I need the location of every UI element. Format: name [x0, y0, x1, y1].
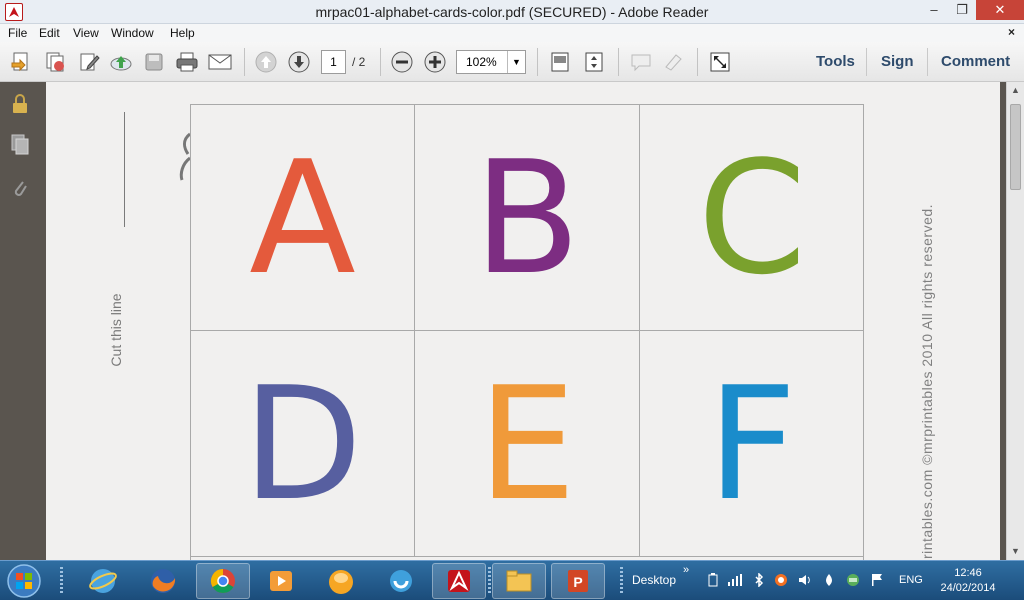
- clock-date: 24/02/2014: [940, 582, 996, 594]
- explorer-task-icon[interactable]: [492, 563, 546, 599]
- card-letter: E: [477, 352, 577, 535]
- card-grid: A B C D E F: [190, 104, 864, 560]
- adobe-reader-task-icon[interactable]: [432, 563, 486, 599]
- card-letter: F: [707, 352, 797, 535]
- document-view[interactable]: Cut this line A B C D E F www.mrprintabl…: [42, 82, 1006, 560]
- chevron-right-icon[interactable]: »: [683, 564, 689, 576]
- download-task-icon[interactable]: [374, 563, 428, 599]
- cut-line: [124, 112, 125, 227]
- network-icon[interactable]: [846, 573, 860, 587]
- upload-cloud-icon[interactable]: [108, 50, 134, 74]
- previous-page-icon[interactable]: [253, 50, 279, 74]
- scroll-down-icon[interactable]: ▼: [1011, 546, 1020, 556]
- toolbar-divider: [537, 48, 538, 76]
- tools-pane-link[interactable]: Tools: [816, 53, 855, 70]
- desktop-toolbar-label[interactable]: Desktop: [632, 573, 676, 587]
- page-thumbnails-icon[interactable]: [8, 132, 32, 156]
- menu-file[interactable]: File: [8, 26, 27, 40]
- highlight-icon[interactable]: [661, 50, 687, 74]
- toolbar-divider: [927, 48, 928, 76]
- toolbar-divider: [697, 48, 698, 76]
- ie-task-icon[interactable]: [76, 563, 130, 599]
- bluetooth-icon[interactable]: [752, 573, 766, 587]
- taskbar: P Desktop » ENG 12:46 24/02/2014: [0, 560, 1024, 600]
- letter-card: B: [415, 105, 640, 331]
- system-clock[interactable]: 12:46 24/02/2014: [938, 566, 998, 596]
- signal-icon[interactable]: [728, 573, 742, 587]
- fit-page-icon[interactable]: [547, 50, 573, 74]
- create-pdf-icon[interactable]: [8, 50, 34, 74]
- menu-edit[interactable]: Edit: [39, 26, 60, 40]
- edit-document-icon[interactable]: [76, 50, 102, 74]
- combine-files-icon[interactable]: [42, 50, 68, 74]
- save-icon[interactable]: [141, 50, 167, 74]
- sign-pane-link[interactable]: Sign: [881, 53, 914, 70]
- svg-text:P: P: [573, 574, 582, 590]
- attachment-icon[interactable]: [8, 176, 32, 200]
- zoom-value: 102%: [466, 55, 497, 69]
- lock-icon[interactable]: [8, 92, 32, 116]
- media-player-task-icon[interactable]: [254, 563, 308, 599]
- taskbar-grip: [488, 567, 491, 595]
- clock-time: 12:46: [954, 567, 982, 579]
- pdf-page: Cut this line A B C D E F www.mrprintabl…: [46, 82, 1000, 560]
- letter-card: E: [415, 331, 640, 557]
- minimize-button[interactable]: ‒: [920, 0, 948, 20]
- email-icon[interactable]: [207, 50, 233, 74]
- letter-card: A: [191, 105, 415, 331]
- taskbar-grip: [620, 567, 623, 595]
- print-icon[interactable]: [174, 50, 200, 74]
- card-letter: D: [242, 352, 363, 535]
- menu-view[interactable]: View: [73, 26, 99, 40]
- menu-help[interactable]: Help: [170, 26, 195, 40]
- zoom-select[interactable]: 102% ▼: [456, 50, 526, 74]
- chevron-down-icon[interactable]: ▼: [507, 51, 525, 73]
- maximize-button[interactable]: ❐: [948, 0, 976, 20]
- toolbar-divider: [618, 48, 619, 76]
- scroll-mode-icon[interactable]: [581, 50, 607, 74]
- chat-task-icon[interactable]: [314, 563, 368, 599]
- vertical-scrollbar[interactable]: ▲ ▼: [1006, 82, 1024, 560]
- page-total: / 2: [352, 55, 366, 69]
- full-screen-icon[interactable]: [707, 50, 733, 74]
- zoom-in-icon[interactable]: [422, 50, 448, 74]
- toolbar-divider: [380, 48, 381, 76]
- card-letter: A: [249, 126, 356, 309]
- page-number-input[interactable]: 1: [321, 50, 346, 74]
- letter-card: D: [191, 331, 415, 557]
- sticky-note-icon[interactable]: [628, 50, 654, 74]
- close-document-button[interactable]: ×: [1008, 25, 1015, 39]
- letter-card: C: [640, 105, 864, 331]
- battery-icon[interactable]: [706, 573, 720, 587]
- zoom-out-icon[interactable]: [389, 50, 415, 74]
- menu-window[interactable]: Window: [111, 26, 154, 40]
- scrollbar-thumb[interactable]: [1010, 104, 1021, 190]
- next-page-icon[interactable]: [286, 50, 312, 74]
- toolbar-divider: [244, 48, 245, 76]
- copyright-notice: www.mrprintables.com ©mrprintables 2010 …: [919, 203, 935, 560]
- menu-bar: File Edit View Window Help ×: [0, 24, 1024, 42]
- cut-line-label: Cut this line: [108, 293, 124, 367]
- start-button[interactable]: [2, 563, 46, 599]
- volume-icon[interactable]: [798, 573, 812, 587]
- action-center-flag-icon[interactable]: [870, 573, 884, 587]
- navigation-panel: [0, 82, 42, 560]
- chrome-task-icon[interactable]: [196, 563, 250, 599]
- firefox-task-icon[interactable]: [136, 563, 190, 599]
- toolbar: 1 / 2 102% ▼ Tools Sign Comment: [0, 42, 1024, 82]
- close-button[interactable]: ✕: [976, 0, 1024, 20]
- card-letter: B: [473, 126, 581, 309]
- card-letter: C: [697, 126, 807, 309]
- powerpoint-task-icon[interactable]: P: [551, 563, 605, 599]
- toolbar-divider: [866, 48, 867, 76]
- taskbar-grip: [60, 567, 63, 595]
- scroll-up-icon[interactable]: ▲: [1011, 85, 1020, 95]
- droplet-icon[interactable]: [822, 573, 836, 587]
- comment-pane-link[interactable]: Comment: [941, 53, 1010, 70]
- title-bar: mrpac01-alphabet-cards-color.pdf (SECURE…: [0, 0, 1024, 24]
- letter-card: F: [640, 331, 864, 557]
- window-title: mrpac01-alphabet-cards-color.pdf (SECURE…: [315, 4, 709, 20]
- language-indicator[interactable]: ENG: [899, 574, 923, 586]
- avast-icon[interactable]: [774, 573, 788, 587]
